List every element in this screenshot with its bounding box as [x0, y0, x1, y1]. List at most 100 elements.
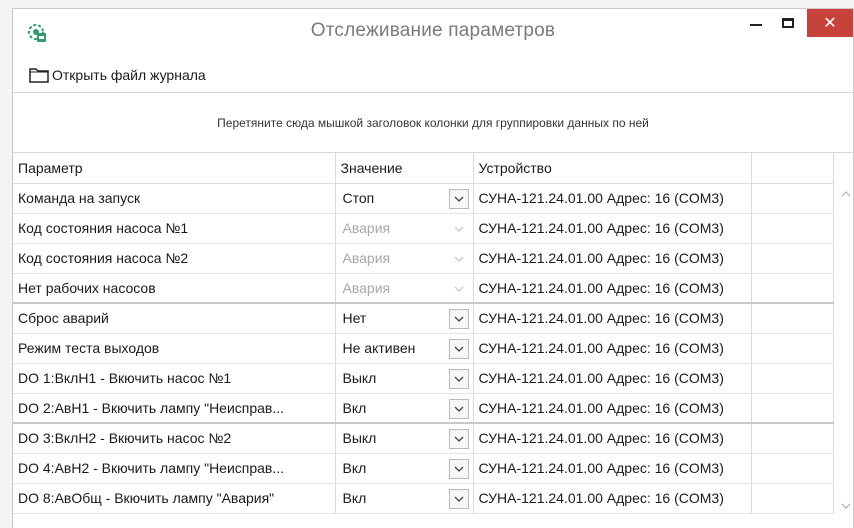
filler-cell [751, 422, 834, 454]
device-cell: СУНА-121.24.01.00 Адрес: 16 (COM3) [473, 213, 752, 244]
value-dropdown[interactable]: Вкл [335, 483, 474, 514]
chevron-down-icon [449, 249, 469, 269]
column-header-parameter[interactable]: Параметр [13, 153, 336, 184]
filler-cell [751, 273, 834, 304]
column-header-device[interactable]: Устройство [473, 153, 752, 184]
value-dropdown[interactable]: Выкл [335, 422, 474, 454]
background-window-left [0, 0, 12, 528]
value-dropdown: Авария [335, 273, 474, 304]
parameter-cell: DO 1:ВклН1 - Вкючить насос №1 [13, 363, 336, 394]
device-cell: СУНА-121.24.01.00 Адрес: 16 (COM3) [473, 363, 752, 394]
column-header-filler [751, 153, 834, 184]
filler-cell [751, 333, 834, 364]
chevron-down-icon[interactable] [448, 458, 469, 479]
filler-cell [751, 302, 834, 334]
parameter-cell: Сброс аварий [13, 302, 336, 334]
filler-cell [751, 483, 834, 514]
device-cell: СУНА-121.24.01.00 Адрес: 16 (COM3) [473, 243, 752, 274]
column-header-value[interactable]: Значение [335, 153, 474, 184]
parameter-monitor-window: Отслеживание параметров ✕ Открыть файл ж… [12, 8, 854, 528]
device-cell: СУНА-121.24.01.00 Адрес: 16 (COM3) [473, 333, 752, 364]
chevron-down-icon[interactable] [448, 398, 469, 419]
device-cell: СУНА-121.24.01.00 Адрес: 16 (COM3) [473, 183, 752, 214]
chevron-down-icon[interactable] [448, 368, 469, 389]
value-text: Нет [342, 310, 367, 327]
parameter-cell: Код состояния насоса №1 [13, 213, 336, 244]
value-dropdown[interactable]: Вкл [335, 393, 474, 424]
filler-cell [751, 213, 834, 244]
value-dropdown[interactable]: Нет [335, 302, 474, 334]
value-text: Авария [342, 279, 391, 296]
table-row[interactable]: DO 1:ВклН1 - Вкючить насос №1 Выкл СУНА-12… [13, 363, 834, 394]
close-button[interactable]: ✕ [807, 9, 853, 37]
filler-cell [751, 393, 834, 424]
table-row[interactable]: Команда на запуск Стоп СУНА-121.24.01.00 А… [13, 183, 834, 214]
chevron-down-icon[interactable] [448, 488, 469, 509]
filler-cell [751, 453, 834, 484]
toolbar: Открыть файл журнала [13, 57, 853, 93]
parameters-table: Параметр Значение Устройство Команда на … [13, 153, 834, 514]
device-cell: СУНА-121.24.01.00 Адрес: 16 (COM3) [473, 453, 752, 484]
value-dropdown[interactable]: Вкл [335, 453, 474, 484]
value-dropdown[interactable]: Выкл [335, 363, 474, 394]
scroll-up-icon[interactable] [841, 189, 851, 199]
minimize-icon [750, 24, 762, 26]
value-dropdown[interactable]: Не активен [335, 333, 474, 364]
minimize-button[interactable] [740, 9, 772, 37]
scroll-down-icon[interactable] [841, 501, 851, 511]
table-row[interactable]: DO 2:АвН1 - Вкючить лампу "Неисправ... Вк… [13, 393, 834, 424]
vertical-scrollbar[interactable] [839, 183, 853, 517]
value-text: Выкл [342, 370, 377, 386]
value-text: Вкл [342, 490, 367, 506]
chevron-down-icon [449, 279, 469, 299]
close-icon: ✕ [823, 15, 837, 32]
chevron-down-icon[interactable] [448, 429, 469, 449]
device-cell: СУНА-121.24.01.00 Адрес: 16 (COM3) [473, 273, 752, 304]
value-dropdown: Авария [335, 213, 474, 244]
table-row[interactable]: Код состояния насоса №1 Авария СУНА-121.24… [13, 213, 834, 244]
folder-icon [29, 67, 49, 83]
table-row[interactable]: Сброс аварий Нет СУНА-121.24.01.00 Адрес: … [13, 302, 834, 334]
device-cell: СУНА-121.24.01.00 Адрес: 16 (COM3) [473, 483, 752, 514]
filler-cell [751, 183, 834, 214]
device-cell: СУНА-121.24.01.00 Адрес: 16 (COM3) [473, 302, 752, 334]
filler-cell [751, 243, 834, 274]
open-log-label: Открыть файл журнала [52, 67, 206, 83]
value-text: Вкл [342, 460, 367, 476]
parameter-cell: DO 3:ВклН2 - Вкючить насос №2 [13, 422, 336, 454]
table-header-row: Параметр Значение Устройство [13, 153, 834, 184]
value-text: Выкл [342, 430, 377, 447]
value-text: Стоп [342, 190, 375, 206]
parameter-cell: Команда на запуск [13, 183, 336, 214]
value-dropdown[interactable]: Стоп [335, 183, 474, 214]
chevron-down-icon[interactable] [448, 309, 469, 329]
device-cell: СУНА-121.24.01.00 Адрес: 16 (COM3) [473, 422, 752, 454]
maximize-icon [782, 18, 794, 28]
parameter-cell: Режим теста выходов [13, 333, 336, 364]
chevron-down-icon[interactable] [448, 338, 469, 359]
maximize-button[interactable] [772, 9, 804, 37]
group-by-panel[interactable]: Перетяните сюда мышкой заголовок колонки… [13, 93, 853, 153]
window-title: Отслеживание параметров [310, 20, 556, 41]
value-text: Не активен [342, 340, 416, 356]
table-row[interactable]: DO 4:АвН2 - Вкючить лампу "Неисправ... Вк… [13, 453, 834, 484]
open-log-button[interactable]: Открыть файл журнала [29, 64, 206, 86]
table-row[interactable]: Нет рабочих насосов Авария СУНА-121.24.01.… [13, 273, 834, 304]
parameter-cell: DO 8:АвОбщ - Вкючить лампу "Авария" [13, 483, 336, 514]
value-text: Авария [342, 250, 391, 266]
chevron-down-icon[interactable] [448, 188, 469, 209]
parameter-cell: DO 4:АвН2 - Вкючить лампу "Неисправ... [13, 453, 336, 484]
parameter-cell: DO 2:АвН1 - Вкючить лампу "Неисправ... [13, 393, 336, 424]
parameter-cell: Код состояния насоса №2 [13, 243, 336, 274]
table-row[interactable]: Режим теста выходов Не активен СУНА-121.24… [13, 333, 834, 364]
title-bar[interactable]: Отслеживание параметров ✕ [13, 9, 853, 57]
value-dropdown: Авария [335, 243, 474, 274]
table-row[interactable]: Код состояния насоса №2 Авария СУНА-121.24… [13, 243, 834, 274]
parameter-cell: Нет рабочих насосов [13, 273, 336, 304]
table-row[interactable]: DO 8:АвОбщ - Вкючить лампу "Авария" Вкл СУ… [13, 483, 834, 514]
device-cell: СУНА-121.24.01.00 Адрес: 16 (COM3) [473, 393, 752, 424]
parameters-grid: Параметр Значение Устройство Команда на … [13, 153, 853, 517]
filler-cell [751, 363, 834, 394]
table-row[interactable]: DO 3:ВклН2 - Вкючить насос №2 Выкл СУНА-12… [13, 422, 834, 454]
value-text: Авария [342, 220, 391, 236]
